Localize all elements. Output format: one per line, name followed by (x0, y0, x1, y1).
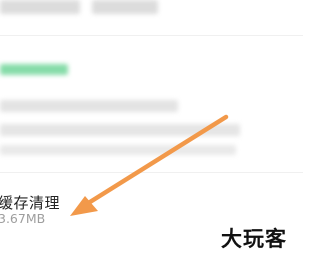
divider (0, 35, 303, 36)
svg-text:大玩客: 大玩客 (221, 227, 287, 250)
blurred-row-2 (0, 124, 240, 136)
divider (0, 172, 303, 173)
blurred-row-top (0, 0, 80, 14)
blurred-row-1 (0, 100, 178, 112)
cache-size-label: 3.67MB (0, 211, 46, 226)
blurred-accent-text (0, 64, 68, 75)
watermark-logo: 大玩客 (221, 227, 287, 250)
blurred-row-3 (0, 145, 236, 155)
cache-clean-title: 缓存清理 (0, 194, 61, 212)
blurred-row-top-2 (92, 0, 158, 14)
